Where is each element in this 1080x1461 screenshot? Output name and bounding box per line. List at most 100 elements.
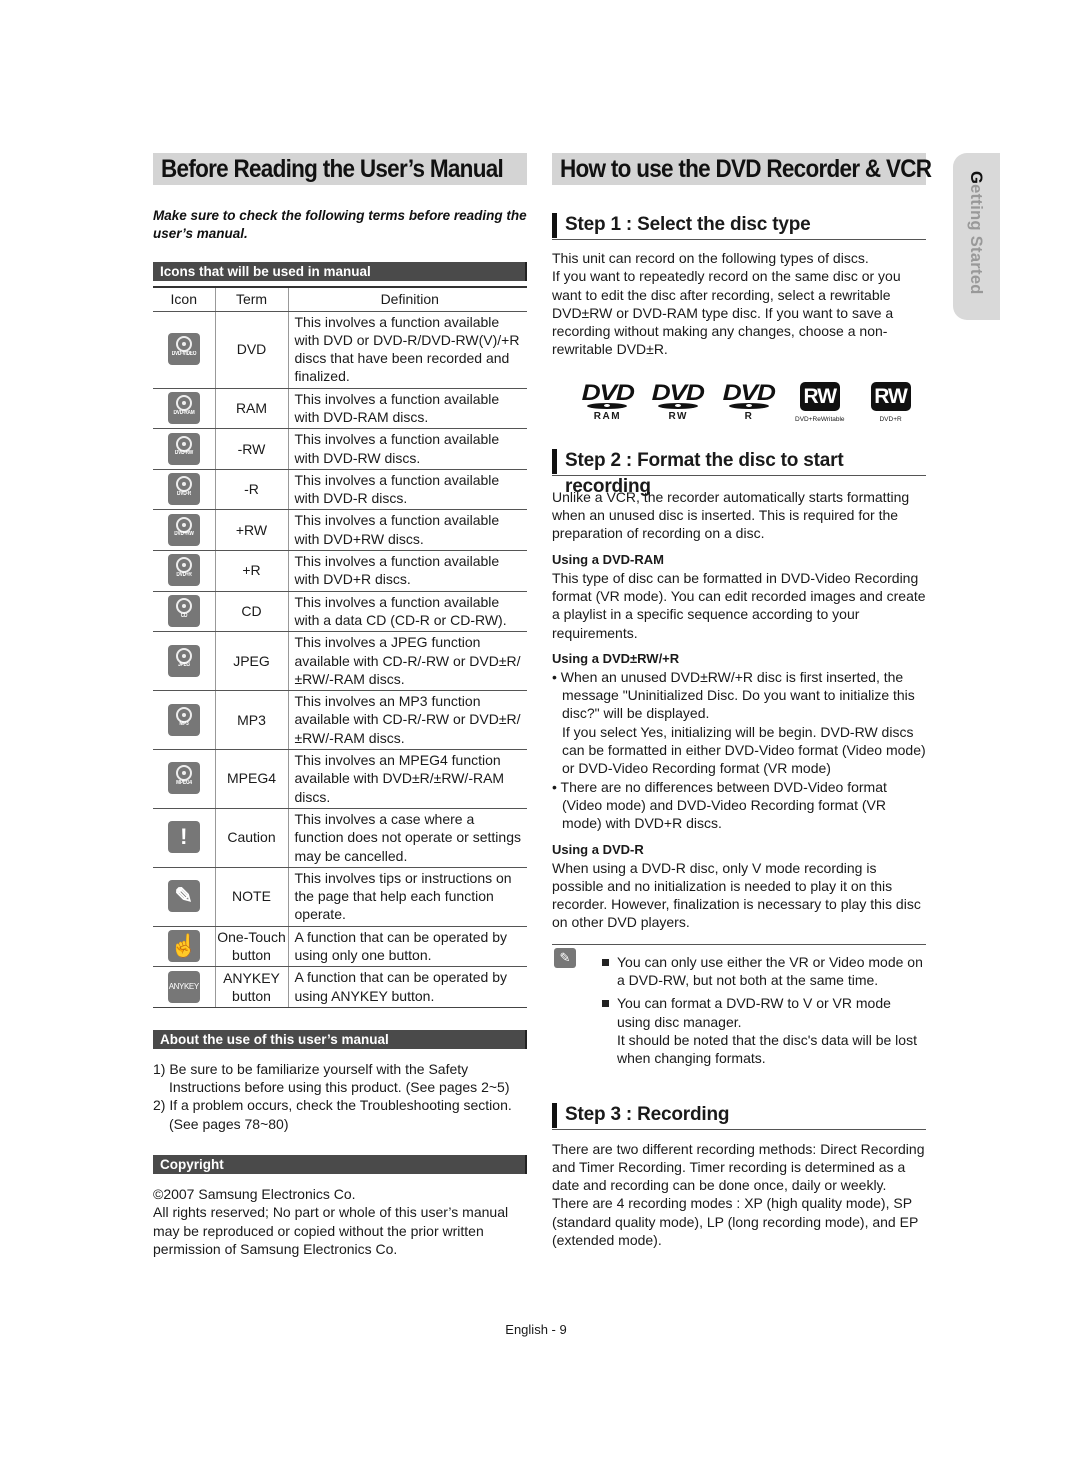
dvd-logo: DVD R (714, 379, 785, 426)
rw-logo: RW DVD+R (855, 381, 926, 426)
disc-logos: DVD RAM DVD RW DVD R RW DVD+ReWritable RW DVD+R (552, 379, 926, 426)
definition-cell: This involves a function available with … (288, 591, 527, 633)
dvd-ram-subheading: Using a DVD-RAM (552, 551, 664, 567)
dvd-rw-bullets: • When an unused DVD±RW/+R disc is first… (552, 668, 926, 833)
rw-logo: RW DVD+ReWritable (784, 381, 855, 426)
anykey-icon: ANYKEY (167, 970, 200, 1003)
table-header-row: Icon Term Definition (153, 286, 527, 312)
term-cell: DVD (215, 311, 289, 389)
term-cell: MPEG4 (215, 749, 289, 809)
icon-label: MP3 (179, 721, 189, 728)
table-row: DVD-VIDEO DVD This involves a function ava… (153, 311, 527, 389)
step1-text: This unit can record on the following ty… (552, 249, 926, 359)
right-page-title: How to use the DVD Recorder & VCR (552, 153, 932, 185)
term-cell: JPEG (215, 631, 289, 692)
table-row: JPEG JPEG This involves a JPEG function av… (153, 631, 527, 692)
icon-cell: ☝ (153, 926, 216, 968)
disc-icon: DVD-RW (167, 432, 200, 465)
one-touch-hand-icon: ☝ (167, 930, 200, 962)
dvd-mark-icon: DVD (722, 379, 776, 405)
disc-icon: DVD+R (167, 554, 200, 587)
disc-icon: DVD-R (167, 473, 200, 506)
copyright-text: ©2007 Samsung Electronics Co. All rights… (153, 1185, 527, 1258)
step1-paragraph: If you want to repeatedly record on the … (552, 268, 901, 358)
logo-label: RAM (593, 410, 622, 422)
icon-label: CD (180, 612, 188, 619)
table-row: ! Caution This involves a case where a fun… (153, 808, 527, 868)
disc-swoosh-icon (658, 402, 699, 409)
table-row: DVD+RW +RW This involves a function availa… (153, 509, 527, 552)
definition-cell: This involves an MP3 function available … (288, 690, 527, 751)
definition-cell: This involves a function available with … (288, 311, 527, 389)
square-bullet-icon (602, 1000, 609, 1008)
disc-swoosh-icon (587, 402, 628, 409)
step2-heading: Step 2 : Format the disc to start record… (552, 448, 926, 497)
icon-cell: DVD-RAM (153, 388, 216, 430)
about-list: 1) Be sure to be familiarize yourself wi… (153, 1060, 527, 1133)
page-number: English - 9 (505, 1322, 567, 1337)
note-item: You can only use either the VR or Video … (602, 953, 926, 990)
col-header-icon: Icon (153, 286, 216, 312)
dvd-mark-icon: DVD (652, 379, 705, 405)
definition-cell: This involves a function available with … (288, 388, 527, 430)
bullet-item: • When an unused DVD±RW/+R disc is first… (552, 668, 926, 777)
definition-cell: This involves a function available with … (288, 428, 527, 470)
term-cell: CD (215, 591, 289, 633)
logo-label: RW (668, 410, 688, 422)
definition-cell: This involves tips or instructions on th… (288, 867, 527, 927)
dvd-ram-text: This type of disc can be formatted in DV… (552, 569, 926, 641)
icon-cell: ✎ (153, 867, 216, 927)
disc-icon: DVD-RAM (167, 391, 200, 424)
copyright-section-heading: Copyright (153, 1155, 527, 1175)
disc-icon: CD (167, 594, 200, 627)
bullet-item: • There are no differences between DVD-V… (552, 778, 887, 832)
term-cell: MP3 (215, 690, 289, 751)
icon-label: DVD+RW (174, 531, 194, 538)
term-cell: Caution (215, 808, 289, 868)
table-row: ✎ NOTE This involves tips or instructions … (153, 867, 527, 927)
icons-table: Icon Term Definition DVD-VIDEO DVD This in… (153, 286, 527, 1008)
col-header-definition: Definition (288, 286, 527, 312)
icon-cell: MP3 (153, 690, 216, 751)
logo-label: DVD+ReWritable (795, 415, 845, 423)
icon-cell: ANYKEY (153, 966, 216, 1008)
note-pencil-icon: ✎ (167, 880, 200, 913)
term-cell: +RW (215, 509, 289, 552)
icons-section-heading: Icons that will be used in manual (153, 262, 527, 281)
term-cell: ANYKEY button (215, 966, 289, 1008)
rw-mark-icon: RW (799, 381, 840, 411)
icon-cell: CD (153, 591, 216, 633)
definition-cell: A function that can be operated by using… (288, 966, 527, 1008)
icon-cell: MPEG4 (153, 749, 216, 809)
rw-mark-icon: RW (870, 381, 911, 411)
definition-cell: This involves a JPEG function available … (288, 631, 527, 692)
dvd-mark-icon: DVD (581, 379, 634, 405)
section-side-tab: Getting Started (953, 153, 1000, 320)
right-column: How to use the DVD Recorder & VCR Step 1… (552, 153, 932, 1249)
table-row: DVD+R +R This involves a function availabl… (153, 550, 527, 592)
icon-cell: DVD-RW (153, 428, 216, 470)
left-page-title: Before Reading the User’s Manual (153, 153, 527, 185)
term-cell: -R (215, 469, 289, 511)
table-row: CD CD This involves a function available w… (153, 591, 527, 633)
table-row: MP3 MP3 This involves an MP3 function avai… (153, 690, 527, 751)
term-cell: -RW (215, 428, 289, 470)
dvd-logo: DVD RW (643, 379, 714, 426)
definition-cell: This involves an MPEG4 function availabl… (288, 749, 527, 809)
definition-cell: This involves a function available with … (288, 550, 527, 592)
icon-cell: DVD-R (153, 469, 216, 511)
dvd-rw-subheading: Using a DVD±RW/+R (552, 650, 680, 666)
table-row: DVD-R -R This involves a function availabl… (153, 469, 527, 511)
about-section-heading: About the use of this user’s manual (153, 1029, 527, 1049)
disc-icon: MPEG4 (167, 762, 200, 795)
logo-label: DVD+R (879, 415, 902, 423)
term-cell: One-Touch button (215, 926, 289, 968)
step3-heading: Step 3 : Recording (552, 1102, 926, 1130)
note-box: ✎ You can only use either the VR or Vide… (552, 943, 926, 1068)
step1-heading: Step 1 : Select the disc type (552, 212, 926, 240)
icon-label: DVD-VIDEO (171, 350, 196, 357)
icon-label: DVD+R (176, 572, 192, 579)
definition-cell: This involves a function available with … (288, 509, 527, 552)
table-row: DVD-RW -RW This involves a function availa… (153, 428, 527, 470)
icon-label: JPEG (177, 662, 190, 669)
